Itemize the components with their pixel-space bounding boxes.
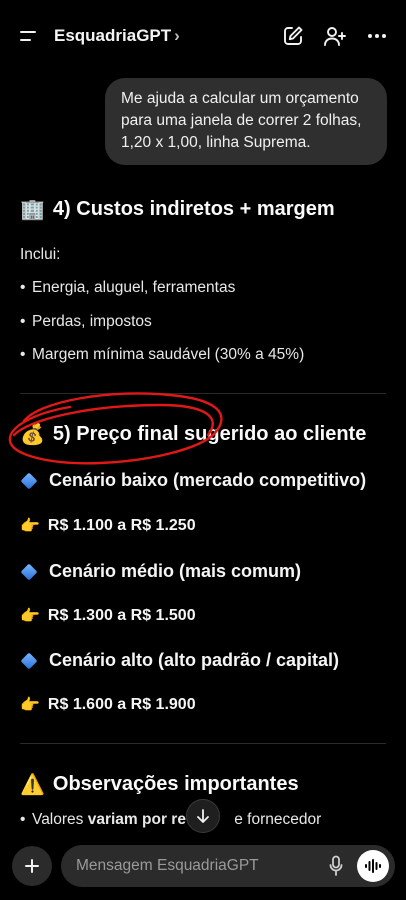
divider — [20, 743, 386, 744]
app-title: EsquadriaGPT — [54, 26, 172, 45]
scenario-label: Cenário baixo (mercado competitivo) — [49, 470, 367, 490]
blue-diamond-icon — [20, 472, 38, 489]
message-field[interactable] — [61, 845, 395, 887]
pointing-hand-icon: 👉 — [20, 608, 40, 625]
blue-diamond-icon — [20, 563, 38, 580]
pointing-hand-icon: 👉 — [20, 697, 40, 714]
red-circle-annotation — [8, 392, 223, 465]
add-people-button[interactable] — [320, 21, 350, 51]
menu-button[interactable] — [14, 21, 44, 51]
warning-icon: ⚠️ — [20, 774, 45, 796]
add-person-icon — [324, 27, 346, 46]
more-options-button[interactable] — [362, 21, 392, 51]
mic-icon — [329, 855, 343, 876]
mic-button[interactable] — [329, 855, 343, 882]
menu-icon — [20, 31, 36, 41]
more-icon — [368, 34, 386, 38]
voice-mode-button[interactable] — [357, 850, 389, 882]
list-item: • Margem mínima saudável (30% a 45%) — [20, 346, 305, 363]
voice-icon — [365, 859, 381, 873]
list-item: • Perdas, impostos — [20, 313, 152, 330]
section-4-heading: 🏢 4) Custos indiretos + margem — [20, 197, 386, 222]
chevron-right-icon: › — [174, 26, 180, 45]
scenario-medium: Cenário médio (mais comum) — [20, 561, 386, 582]
blue-diamond-icon — [20, 652, 38, 669]
new-chat-button[interactable] — [278, 21, 308, 51]
price-range: R$ 1.300 a R$ 1.500 — [47, 607, 196, 624]
section-4-title: 4) Custos indiretos + margem — [52, 198, 335, 220]
office-building-icon: 🏢 — [20, 199, 45, 221]
section-4: 🏢 4) Custos indiretos + margem — [20, 197, 386, 222]
pointing-hand-icon: 👉 — [20, 518, 40, 535]
list-item-text: Margem mínima saudável (30% a 45%) — [32, 346, 305, 363]
scenario-label: Cenário médio (mais comum) — [49, 561, 302, 581]
list-item: • Energia, aluguel, ferramentas — [20, 279, 236, 296]
message-input[interactable] — [76, 857, 316, 875]
user-message-bubble: Me ajuda a calcular um orçamento para um… — [105, 78, 387, 165]
list-item-text: Energia, aluguel, ferramentas — [32, 279, 236, 296]
price-range: R$ 1.600 a R$ 1.900 — [47, 696, 196, 713]
scroll-down-button[interactable] — [186, 799, 220, 833]
model-selector[interactable]: EsquadriaGPT › — [54, 26, 180, 46]
list-item-text: Perdas, impostos — [32, 313, 152, 330]
arrow-down-icon — [197, 809, 209, 823]
list-item-text: Valores variam por re e fornecedor — [32, 811, 322, 828]
scenario-low: Cenário baixo (mercado competitivo) — [20, 470, 386, 491]
attach-button[interactable] — [12, 846, 52, 886]
scenario-medium-price: 👉 R$ 1.300 a R$ 1.500 — [20, 606, 386, 626]
scenario-label: Cenário alto (alto padrão / capital) — [49, 650, 340, 670]
section-observations: ⚠️ Observações importantes — [20, 772, 386, 797]
price-range: R$ 1.100 a R$ 1.250 — [47, 517, 196, 534]
observations-heading: ⚠️ Observações importantes — [20, 772, 386, 797]
plus-icon — [25, 859, 39, 873]
section-4-intro: Inclui: — [20, 246, 61, 263]
top-bar: EsquadriaGPT › — [0, 0, 406, 72]
edit-icon — [284, 26, 303, 45]
scenario-low-price: 👉 R$ 1.100 a R$ 1.250 — [20, 516, 386, 536]
scenario-high-price: 👉 R$ 1.600 a R$ 1.900 — [20, 695, 386, 715]
scenario-high: Cenário alto (alto padrão / capital) — [20, 650, 386, 671]
observations-title: Observações importantes — [52, 773, 299, 795]
